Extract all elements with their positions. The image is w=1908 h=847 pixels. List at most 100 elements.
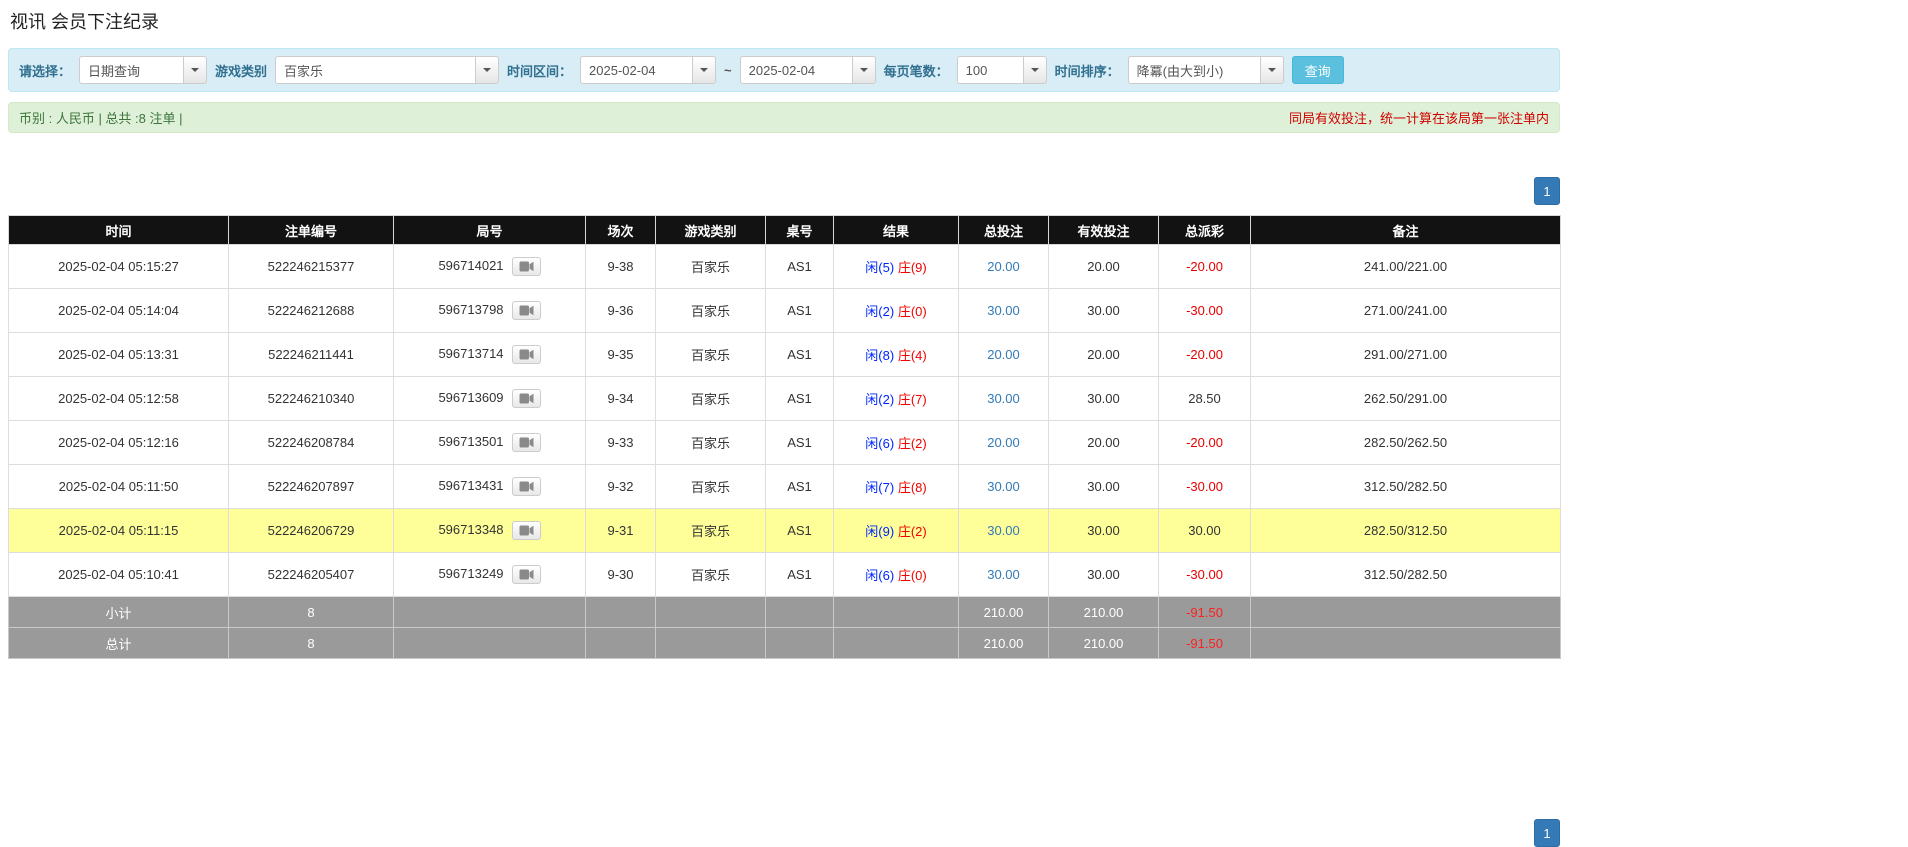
subtotal-payout: -91.50	[1159, 597, 1251, 628]
page-title: 视讯 会员下注纪录	[10, 8, 1560, 34]
chevron-down-icon	[860, 68, 868, 72]
page-size-combobox	[957, 56, 1047, 84]
result-player: 闲(5)	[865, 260, 894, 275]
cell-empty	[656, 628, 766, 659]
cell-bet-id: 522246212688	[229, 289, 394, 333]
cell-total-bet: 30.00	[959, 377, 1049, 421]
cell-payout: -20.00	[1159, 245, 1251, 289]
video-replay-button[interactable]	[512, 433, 541, 452]
video-replay-button[interactable]	[512, 477, 541, 496]
cell-session: 9-38	[586, 245, 656, 289]
table-row: 2025-02-04 05:15:27522246215377596714021…	[9, 245, 1561, 289]
cell-valid-bet: 20.00	[1049, 421, 1159, 465]
cell-result: 闲(6) 庄(2)	[834, 421, 959, 465]
result-banker: 庄(8)	[898, 480, 927, 495]
col-header-table-no: 桌号	[766, 216, 834, 245]
cell-valid-bet: 30.00	[1049, 465, 1159, 509]
total-bet-link[interactable]: 20.00	[987, 347, 1020, 362]
time-sort-input[interactable]	[1128, 56, 1260, 84]
result-banker: 庄(2)	[898, 524, 927, 539]
result-player: 闲(6)	[865, 436, 894, 451]
cell-bet-id: 522246205407	[229, 553, 394, 597]
cell-table-no: AS1	[766, 421, 834, 465]
cell-round-id: 596713431	[394, 465, 586, 509]
cell-payout: -30.00	[1159, 465, 1251, 509]
cell-empty	[834, 628, 959, 659]
game-type-input[interactable]	[275, 56, 475, 84]
video-replay-button[interactable]	[512, 389, 541, 408]
cell-result: 闲(9) 庄(2)	[834, 509, 959, 553]
total-bet-link[interactable]: 20.00	[987, 259, 1020, 274]
result-banker: 庄(0)	[898, 304, 927, 319]
cell-table-no: AS1	[766, 553, 834, 597]
date-to-input[interactable]	[740, 56, 852, 84]
col-header-game-type: 游戏类别	[656, 216, 766, 245]
query-type-label: 请选择：	[19, 61, 71, 80]
cell-remark: 312.50/282.50	[1251, 553, 1561, 597]
payout-value: -20.00	[1186, 259, 1223, 274]
pagination-page-1-bottom[interactable]: 1	[1534, 819, 1560, 847]
date-from-dropdown-button[interactable]	[692, 56, 716, 84]
cell-result: 闲(6) 庄(0)	[834, 553, 959, 597]
game-type-combobox	[275, 56, 499, 84]
cell-session: 9-30	[586, 553, 656, 597]
cell-time: 2025-02-04 05:14:04	[9, 289, 229, 333]
cell-empty	[586, 628, 656, 659]
table-row: 2025-02-04 05:11:15522246206729596713348…	[9, 509, 1561, 553]
page-size-label: 每页笔数：	[884, 61, 949, 80]
date-from-input[interactable]	[580, 56, 692, 84]
valid-bet-notice: 同局有效投注，统一计算在该局第一张注单内	[1289, 108, 1549, 127]
query-type-dropdown-button[interactable]	[183, 56, 207, 84]
payout-value: 28.50	[1188, 391, 1221, 406]
cell-bet-id: 522246208784	[229, 421, 394, 465]
search-button[interactable]: 查询	[1292, 56, 1344, 84]
video-replay-button[interactable]	[512, 521, 541, 540]
page-size-input[interactable]	[957, 56, 1023, 84]
video-camera-icon	[519, 437, 534, 448]
date-to-dropdown-button[interactable]	[852, 56, 876, 84]
total-count: 8	[229, 628, 394, 659]
col-header-payout: 总派彩	[1159, 216, 1251, 245]
total-bet-link[interactable]: 30.00	[987, 303, 1020, 318]
table-row: 2025-02-04 05:12:16522246208784596713501…	[9, 421, 1561, 465]
pagination-page-1[interactable]: 1	[1534, 177, 1560, 205]
subtotal-count: 8	[229, 597, 394, 628]
cell-session: 9-34	[586, 377, 656, 421]
cell-session: 9-36	[586, 289, 656, 333]
cell-game-type: 百家乐	[656, 465, 766, 509]
cell-bet-id: 522246207897	[229, 465, 394, 509]
total-bet-link[interactable]: 30.00	[987, 391, 1020, 406]
video-replay-button[interactable]	[512, 345, 541, 364]
cell-result: 闲(5) 庄(9)	[834, 245, 959, 289]
game-type-dropdown-button[interactable]	[475, 56, 499, 84]
total-bet-link[interactable]: 20.00	[987, 435, 1020, 450]
time-sort-dropdown-button[interactable]	[1260, 56, 1284, 84]
cell-empty	[1251, 628, 1561, 659]
result-banker: 庄(9)	[898, 260, 927, 275]
cell-empty	[656, 597, 766, 628]
total-row: 总计 8 210.00 210.00 -91.50	[9, 628, 1561, 659]
table-row: 2025-02-04 05:12:58522246210340596713609…	[9, 377, 1561, 421]
subtotal-label: 小计	[9, 597, 229, 628]
chevron-down-icon	[483, 68, 491, 72]
summary-bar: 币别 : 人民币 | 总共 :8 注单 | 同局有效投注，统一计算在该局第一张注…	[8, 102, 1560, 133]
page-size-dropdown-button[interactable]	[1023, 56, 1047, 84]
video-replay-button[interactable]	[512, 565, 541, 584]
total-bet-link[interactable]: 30.00	[987, 567, 1020, 582]
cell-time: 2025-02-04 05:15:27	[9, 245, 229, 289]
total-bet-link[interactable]: 30.00	[987, 523, 1020, 538]
cell-game-type: 百家乐	[656, 333, 766, 377]
video-camera-icon	[519, 305, 534, 316]
cell-payout: 28.50	[1159, 377, 1251, 421]
video-replay-button[interactable]	[512, 257, 541, 276]
result-banker: 庄(2)	[898, 436, 927, 451]
total-valid-bet: 210.00	[1049, 628, 1159, 659]
cell-empty	[766, 597, 834, 628]
cell-bet-id: 522246211441	[229, 333, 394, 377]
subtotal-row: 小计 8 210.00 210.00 -91.50	[9, 597, 1561, 628]
payout-value: 30.00	[1188, 523, 1221, 538]
cell-time: 2025-02-04 05:11:50	[9, 465, 229, 509]
video-replay-button[interactable]	[512, 301, 541, 320]
query-type-input[interactable]	[79, 56, 183, 84]
total-bet-link[interactable]: 30.00	[987, 479, 1020, 494]
